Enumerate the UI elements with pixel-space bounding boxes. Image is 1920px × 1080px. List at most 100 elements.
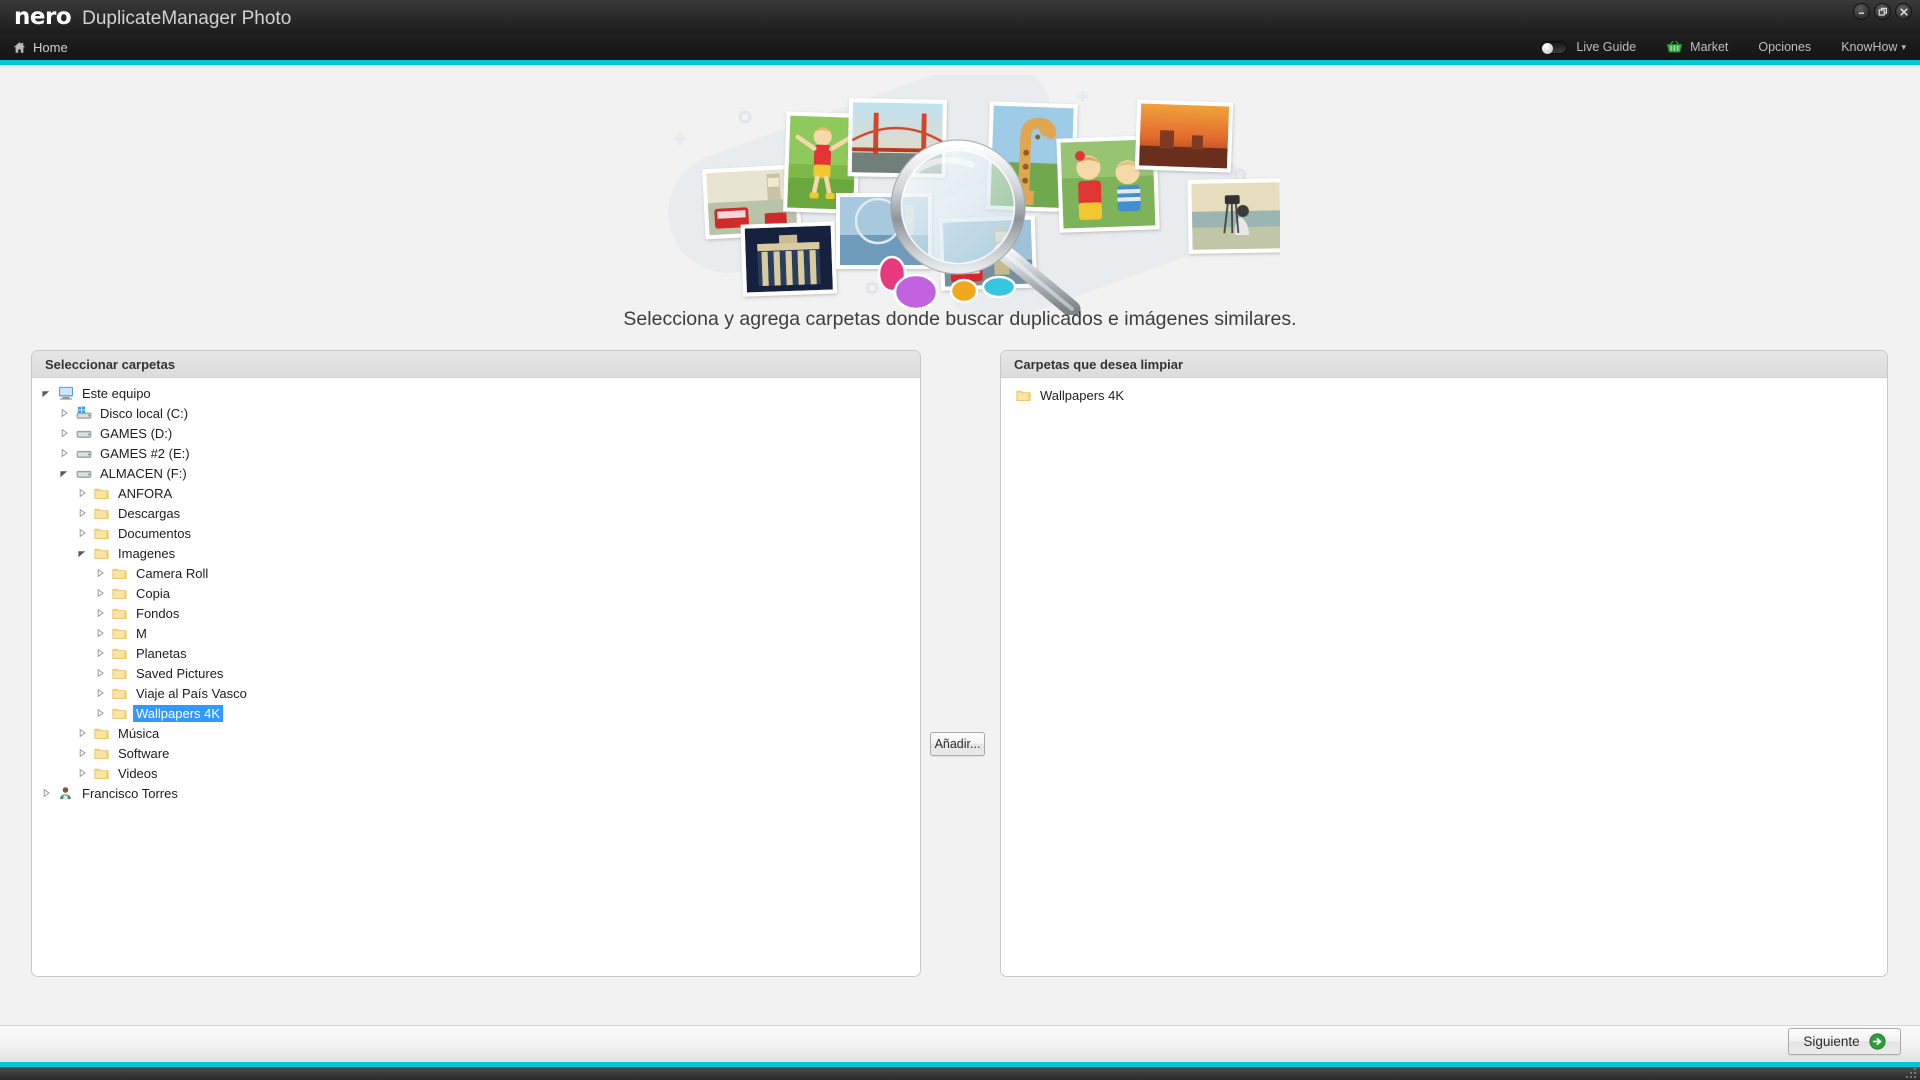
- tree-item-icon: [75, 406, 92, 421]
- tree-item[interactable]: Francisco Torres: [32, 783, 920, 803]
- tree-twisty[interactable]: [94, 587, 106, 599]
- twisty-expanded-icon: [42, 391, 50, 398]
- knowhow-menu[interactable]: KnowHow ▾: [1841, 40, 1906, 54]
- tree-item[interactable]: Wallpapers 4K: [32, 703, 920, 723]
- tree-item-label: Software: [118, 745, 170, 761]
- tree-item[interactable]: GAMES #2 (E:): [32, 443, 920, 463]
- folder-icon: [94, 508, 109, 519]
- twisty-expanded-icon: [78, 551, 86, 558]
- market-label: Market: [1690, 40, 1729, 54]
- drive-icon: [76, 470, 91, 478]
- market-button[interactable]: Market: [1666, 40, 1728, 54]
- tree-item-label: Copia: [136, 585, 170, 601]
- minimize-icon: [1859, 12, 1864, 14]
- twisty-collapsed-icon: [97, 668, 104, 678]
- tree-item-label: Disco local (C:): [100, 405, 189, 421]
- tree-item-icon: [111, 606, 128, 621]
- tree-item[interactable]: Imagenes: [32, 543, 920, 563]
- tree-item-icon: [93, 766, 110, 781]
- tree-twisty[interactable]: [58, 427, 70, 439]
- drive-icon: [76, 430, 91, 438]
- tree-item[interactable]: Viaje al País Vasco: [32, 683, 920, 703]
- tree-item-icon: [93, 726, 110, 741]
- close-button[interactable]: [1895, 3, 1912, 20]
- twisty-collapsed-icon: [79, 728, 86, 738]
- tree-twisty[interactable]: [58, 407, 70, 419]
- tree-item-icon: [111, 666, 128, 681]
- tree-item[interactable]: Software: [32, 743, 920, 763]
- minimize-button[interactable]: [1853, 3, 1870, 20]
- tree-item-icon: [75, 466, 92, 481]
- tree-item[interactable]: M: [32, 623, 920, 643]
- folder-icon: [94, 528, 109, 539]
- resize-grip[interactable]: [1904, 1068, 1916, 1078]
- tree-item[interactable]: ANFORA: [32, 483, 920, 503]
- folder-icon: [112, 668, 127, 679]
- tree-twisty[interactable]: [76, 527, 88, 539]
- tree-item[interactable]: Copia: [32, 583, 920, 603]
- tree-item-icon: [93, 746, 110, 761]
- breadcrumb-home-label: Home: [33, 39, 68, 55]
- tree-item[interactable]: Fondos: [32, 603, 920, 623]
- next-button[interactable]: Siguiente: [1788, 1028, 1901, 1055]
- tree-twisty[interactable]: [76, 487, 88, 499]
- tree-item-label: Camera Roll: [136, 565, 209, 581]
- options-menu[interactable]: Opciones: [1758, 40, 1811, 54]
- tree-twisty[interactable]: [94, 567, 106, 579]
- tree-item-label: Fondos: [136, 605, 180, 621]
- selected-folders-list[interactable]: Wallpapers 4K: [1001, 378, 1887, 406]
- tree-twisty[interactable]: [94, 647, 106, 659]
- tree-item[interactable]: Descargas: [32, 503, 920, 523]
- tree-item-label: Planetas: [136, 645, 187, 661]
- twisty-collapsed-icon: [79, 768, 86, 778]
- add-button-label: Añadir...: [934, 737, 981, 751]
- tree-item[interactable]: Camera Roll: [32, 563, 920, 583]
- folder-tree[interactable]: Este equipo Disco local (C:) GAMES (D:) GAM…: [32, 378, 920, 803]
- folder-icon: [112, 708, 127, 719]
- arrow-right-circle-icon: [1869, 1033, 1886, 1050]
- tree-item[interactable]: GAMES (D:): [32, 423, 920, 443]
- tree-twisty[interactable]: [40, 787, 52, 799]
- tree-twisty[interactable]: [76, 727, 88, 739]
- tree-twisty[interactable]: [94, 627, 106, 639]
- twisty-collapsed-icon: [97, 708, 104, 718]
- tree-item[interactable]: Videos: [32, 763, 920, 783]
- list-item[interactable]: Wallpapers 4K: [1001, 385, 1887, 406]
- tree-item[interactable]: Disco local (C:): [32, 403, 920, 423]
- tree-twisty[interactable]: [76, 767, 88, 779]
- tree-twisty[interactable]: [76, 747, 88, 759]
- live-guide-toggle[interactable]: [1540, 40, 1568, 54]
- tree-item-label: Francisco Torres: [82, 785, 178, 801]
- computer-icon: [58, 386, 73, 400]
- tree-twisty[interactable]: [94, 667, 106, 679]
- folder-icon: [94, 768, 109, 779]
- tree-item[interactable]: ALMACEN (F:): [32, 463, 920, 483]
- next-button-label: Siguiente: [1803, 1034, 1860, 1049]
- tree-item[interactable]: Este equipo: [32, 383, 920, 403]
- tree-twisty[interactable]: [58, 447, 70, 459]
- tree-twisty[interactable]: [58, 467, 70, 479]
- tree-twisty[interactable]: [94, 687, 106, 699]
- tree-item-label: M: [136, 625, 147, 641]
- live-guide-control[interactable]: Live Guide: [1540, 40, 1636, 54]
- twisty-collapsed-icon: [61, 428, 68, 438]
- tree-item[interactable]: Saved Pictures: [32, 663, 920, 683]
- add-button[interactable]: Añadir...: [930, 732, 985, 756]
- tree-twisty[interactable]: [76, 507, 88, 519]
- breadcrumb-home[interactable]: Home: [13, 40, 68, 55]
- footer-bar: [0, 1025, 1920, 1062]
- tree-twisty[interactable]: [94, 707, 106, 719]
- list-item-icon: [1015, 388, 1032, 403]
- twisty-collapsed-icon: [79, 528, 86, 538]
- close-icon: [1899, 7, 1908, 16]
- tree-item[interactable]: Música: [32, 723, 920, 743]
- tree-item[interactable]: Planetas: [32, 643, 920, 663]
- tree-twisty[interactable]: [94, 607, 106, 619]
- tree-item[interactable]: Documentos: [32, 523, 920, 543]
- twisty-collapsed-icon: [97, 688, 104, 698]
- tree-twisty[interactable]: [76, 547, 88, 559]
- twisty-expanded-icon: [60, 471, 68, 478]
- tree-twisty[interactable]: [40, 387, 52, 399]
- restore-button[interactable]: [1874, 3, 1891, 20]
- folder-icon: [112, 608, 127, 619]
